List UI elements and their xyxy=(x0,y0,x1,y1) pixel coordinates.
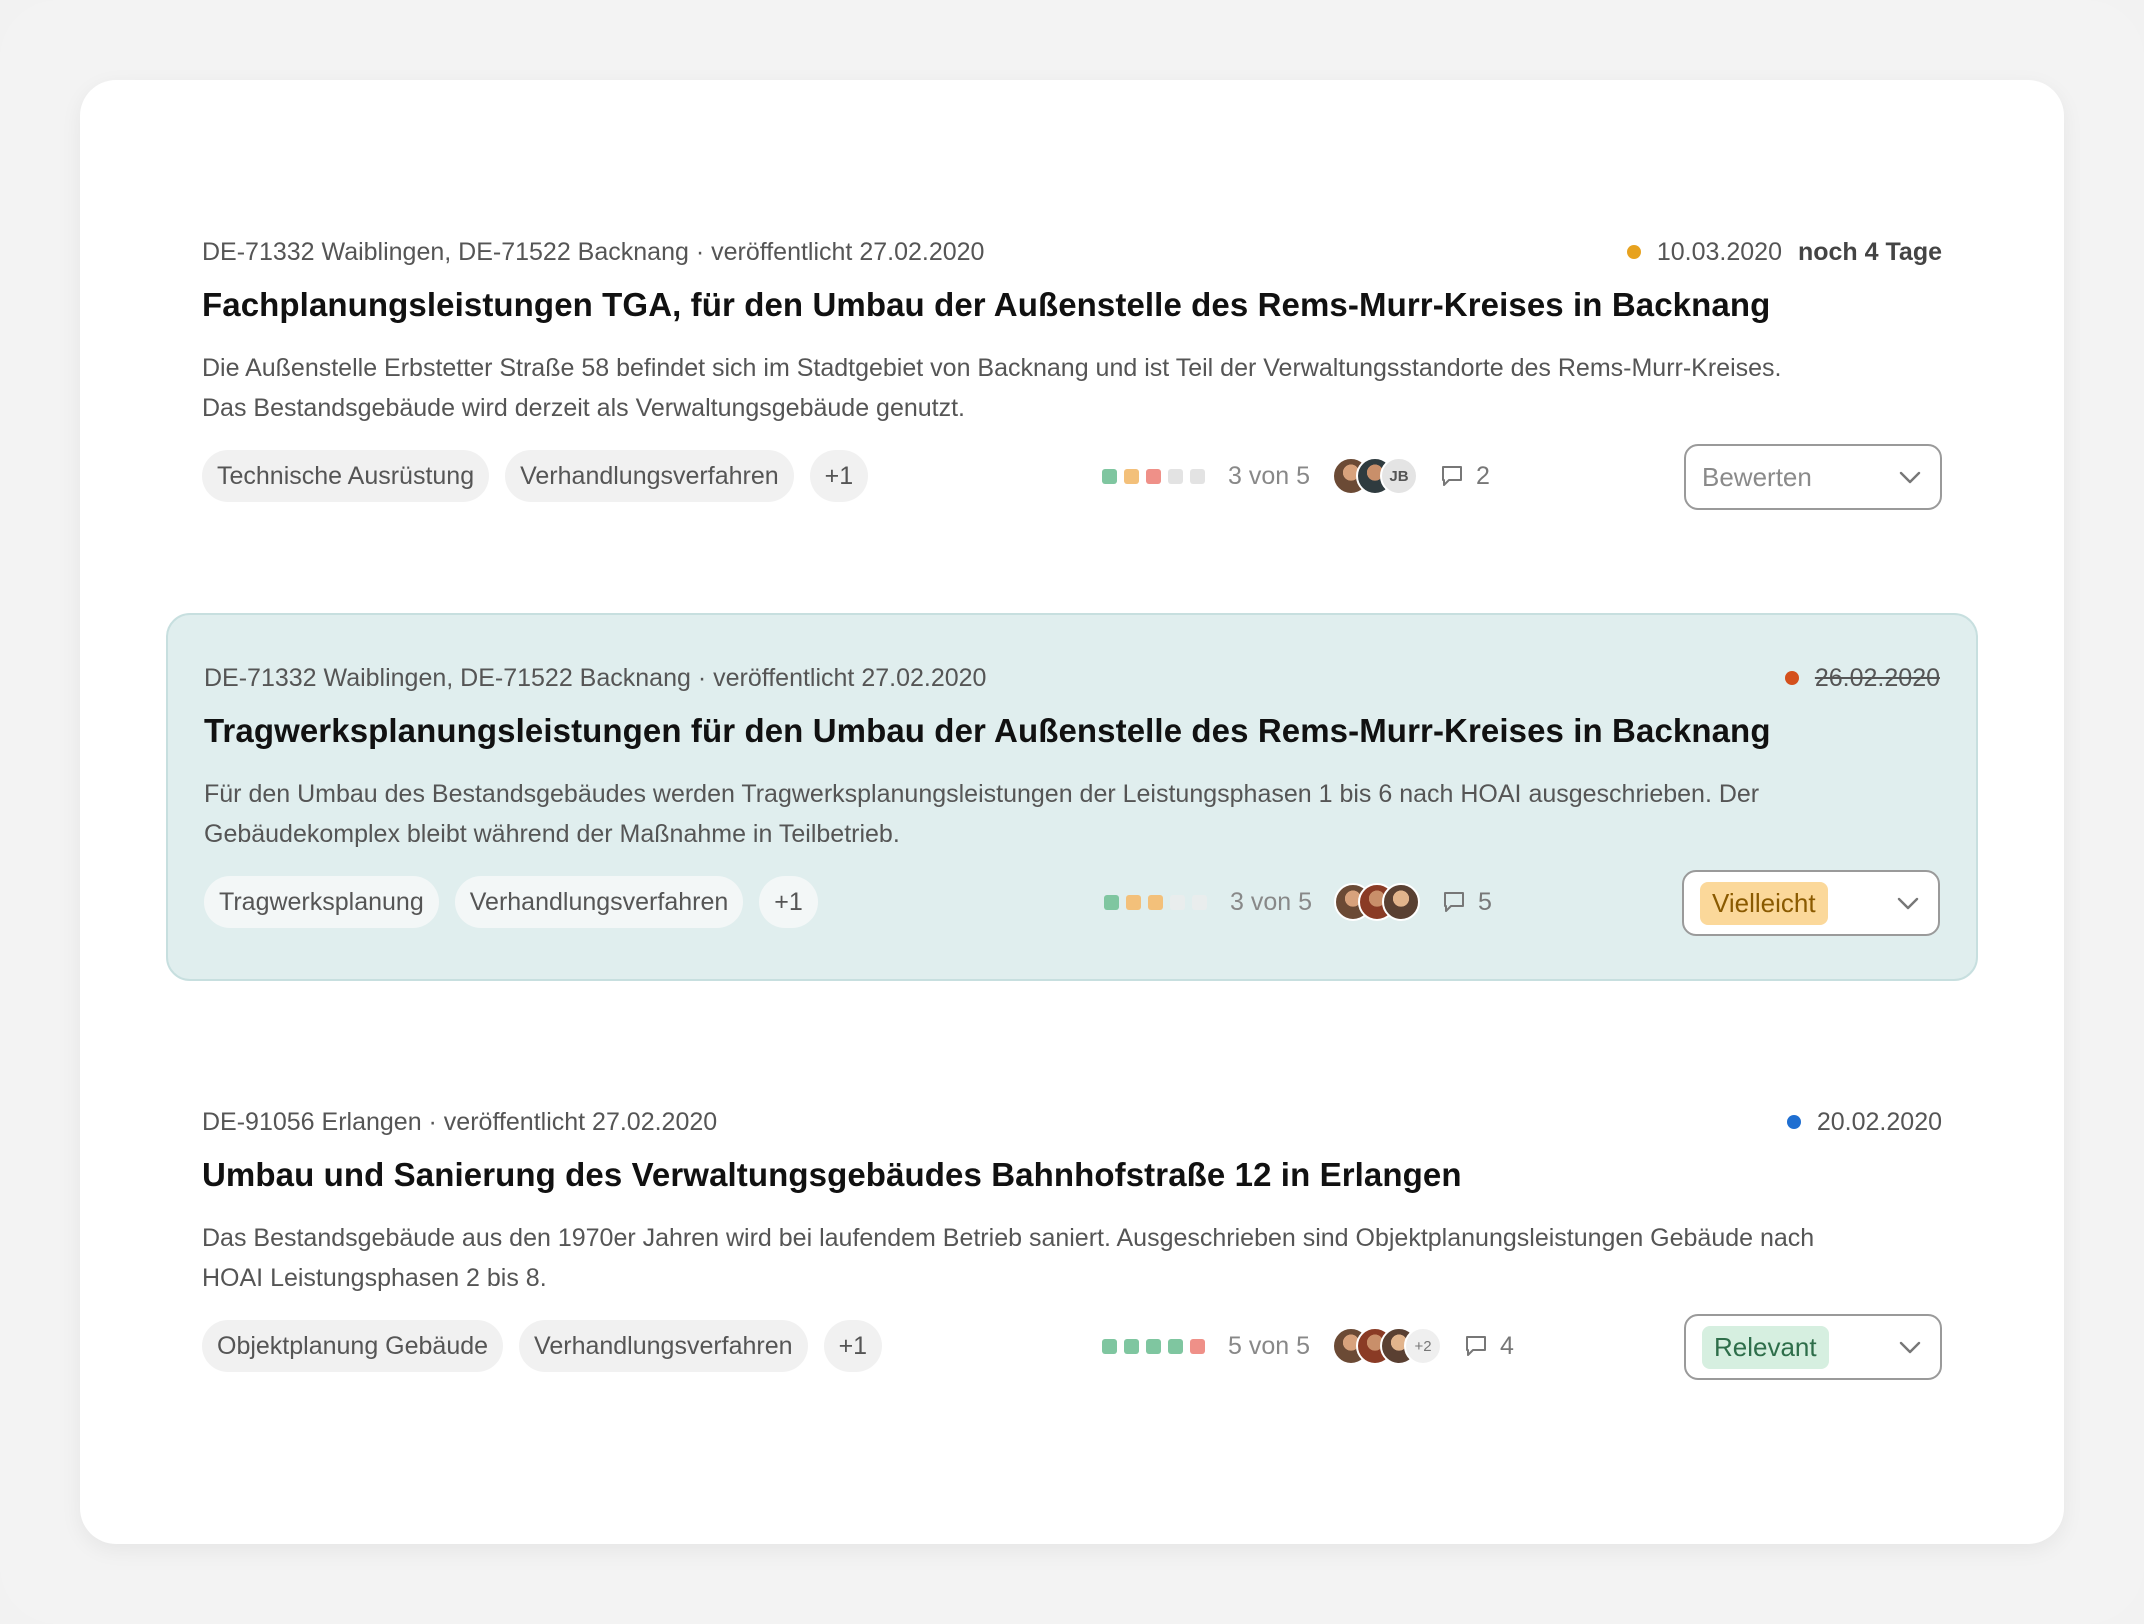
avatar-group[interactable] xyxy=(1334,883,1421,921)
deadline-status-dot xyxy=(1786,1115,1801,1129)
rating-square xyxy=(1146,468,1161,484)
tender-title[interactable]: Umbau und Sanierung des Verwaltungsgebäu… xyxy=(202,1156,1942,1194)
comment-count-value: 5 xyxy=(1478,887,1492,916)
comment-icon xyxy=(1444,892,1465,912)
avatar-group[interactable]: +2 xyxy=(1332,1327,1443,1365)
comment-icon xyxy=(1466,1336,1487,1356)
rating-square xyxy=(1148,894,1163,910)
rating-text: 3 von 5 xyxy=(1228,461,1311,490)
tender-description: Die Außenstelle Erbstetter Straße 58 bef… xyxy=(202,348,1918,428)
chevron-down-icon xyxy=(1897,897,1919,910)
rating-square xyxy=(1104,894,1119,910)
item-footer: Technische Ausrüstung Verhandlungsverfah… xyxy=(202,444,1942,510)
tender-item-selected[interactable]: DE-71332 Waiblingen, DE-71522 Backnang ·… xyxy=(166,613,1978,981)
tender-title[interactable]: Fachplanungsleistungen TGA, für den Umba… xyxy=(202,286,1942,324)
description-line: Die Außenstelle Erbstetter Straße 58 bef… xyxy=(202,354,1782,382)
rating-square xyxy=(1146,1338,1161,1354)
rating-square xyxy=(1190,1338,1205,1354)
tag-list: Technische Ausrüstung Verhandlungsverfah… xyxy=(202,450,869,502)
description-line: Das Bestandsgebäude aus den 1970er Jahre… xyxy=(202,1224,1815,1252)
meta-row: DE-91056 Erlangen · veröffentlicht 27.02… xyxy=(202,1102,1942,1142)
tag-more[interactable]: +1 xyxy=(809,450,869,502)
tag-more[interactable]: +1 xyxy=(823,1320,883,1372)
chevron-down-icon xyxy=(1899,471,1921,484)
rating-square xyxy=(1102,468,1117,484)
tag[interactable]: Verhandlungsverfahren xyxy=(519,1320,808,1372)
select-value-chip: Vielleicht xyxy=(1700,881,1828,925)
tender-item[interactable]: DE-71332 Waiblingen, DE-71522 Backnang ·… xyxy=(166,182,1978,550)
rating: 3 von 5 JB 2 xyxy=(1102,444,1490,508)
comment-count[interactable]: 4 xyxy=(1464,1332,1514,1361)
comment-count-value: 2 xyxy=(1476,461,1490,490)
rating-square xyxy=(1124,468,1139,484)
rating-text: 5 von 5 xyxy=(1228,1331,1311,1360)
tender-description: Das Bestandsgebäude aus den 1970er Jahre… xyxy=(202,1218,1918,1298)
tag-list: Tragwerksplanung Verhandlungsverfahren +… xyxy=(204,876,818,928)
rating-square xyxy=(1102,1338,1117,1354)
rating-square xyxy=(1124,1338,1139,1354)
deadline-date: 20.02.2020 xyxy=(1816,1107,1942,1136)
comment-icon xyxy=(1442,466,1463,486)
deadline: 26.02.2020 xyxy=(1784,663,1940,693)
description-line: Für den Umbau des Bestandsgebäudes werde… xyxy=(204,780,1760,808)
rating: 3 von 5 5 xyxy=(1104,870,1492,934)
comment-count[interactable]: 5 xyxy=(1442,888,1492,917)
rating-select[interactable]: Vielleicht xyxy=(1682,870,1940,936)
tag[interactable]: Verhandlungsverfahren xyxy=(454,876,744,928)
avatar-group[interactable]: JB xyxy=(1332,457,1419,495)
location-info: DE-91056 Erlangen · veröffentlicht 27.02… xyxy=(202,1107,718,1136)
tender-item[interactable]: DE-91056 Erlangen · veröffentlicht 27.02… xyxy=(166,1052,1978,1420)
deadline-date: 10.03.2020 xyxy=(1656,237,1782,266)
meta-row: DE-71332 Waiblingen, DE-71522 Backnang ·… xyxy=(202,232,1942,272)
deadline: 10.03.2020 noch 4 Tage xyxy=(1626,237,1942,267)
tag-list: Objektplanung Gebäude Verhandlungsverfah… xyxy=(202,1320,883,1372)
location-info: DE-71332 Waiblingen, DE-71522 Backnang ·… xyxy=(202,237,985,266)
rating-text: 3 von 5 xyxy=(1230,887,1313,916)
deadline-status-dot xyxy=(1784,671,1799,685)
tag[interactable]: Technische Ausrüstung xyxy=(202,450,490,502)
comment-count[interactable]: 2 xyxy=(1440,462,1490,491)
description-line: Gebäudekomplex bleibt während der Maßnah… xyxy=(204,820,900,848)
select-value-chip: Relevant xyxy=(1702,1325,1829,1369)
rating-square xyxy=(1168,1338,1183,1354)
tag[interactable]: Tragwerksplanung xyxy=(204,876,439,928)
location-info: DE-71332 Waiblingen, DE-71522 Backnang ·… xyxy=(204,663,987,692)
deadline-status-dot xyxy=(1626,245,1641,259)
deadline: 20.02.2020 xyxy=(1786,1107,1942,1137)
tender-list-card: DE-71332 Waiblingen, DE-71522 Backnang ·… xyxy=(80,80,2064,1544)
tag[interactable]: Objektplanung Gebäude xyxy=(202,1320,504,1372)
description-line: HOAI Leistungsphasen 2 bis 8. xyxy=(202,1264,547,1292)
rating-select[interactable]: Relevant xyxy=(1684,1314,1942,1380)
rating-square xyxy=(1168,468,1183,484)
select-value: Bewerten xyxy=(1702,461,1812,492)
avatar xyxy=(1382,883,1421,921)
rating-square xyxy=(1190,468,1205,484)
deadline-remaining: noch 4 Tage xyxy=(1797,237,1942,266)
avatar-initials: JB xyxy=(1380,457,1419,495)
chevron-down-icon xyxy=(1899,1341,1921,1354)
rating: 5 von 5 +2 4 xyxy=(1102,1314,1514,1378)
tag-more[interactable]: +1 xyxy=(759,876,818,928)
meta-row: DE-71332 Waiblingen, DE-71522 Backnang ·… xyxy=(204,658,1940,698)
tender-title[interactable]: Tragwerksplanungsleistungen für den Umba… xyxy=(204,712,1940,750)
rating-square xyxy=(1126,894,1141,910)
comment-count-value: 4 xyxy=(1500,1331,1514,1360)
avatar-more: +2 xyxy=(1404,1327,1443,1365)
item-footer: Tragwerksplanung Verhandlungsverfahren +… xyxy=(204,870,1940,936)
deadline-date-expired: 26.02.2020 xyxy=(1814,663,1940,692)
tag[interactable]: Verhandlungsverfahren xyxy=(505,450,794,502)
tender-description: Für den Umbau des Bestandsgebäudes werde… xyxy=(204,774,1916,854)
rating-square xyxy=(1170,894,1185,910)
rating-select[interactable]: Bewerten xyxy=(1684,444,1942,510)
rating-square xyxy=(1192,894,1207,910)
description-line: Das Bestandsgebäude wird derzeit als Ver… xyxy=(202,394,966,422)
item-footer: Objektplanung Gebäude Verhandlungsverfah… xyxy=(202,1314,1942,1380)
